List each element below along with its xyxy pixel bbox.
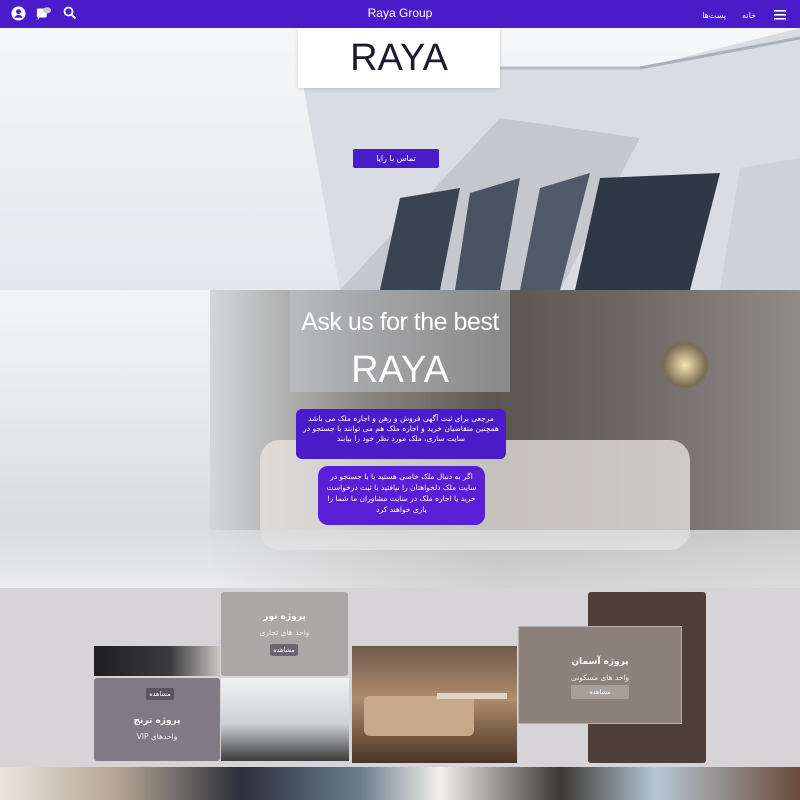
view-button[interactable]: مشاهده xyxy=(571,685,629,699)
projects-section: پروژه نور واحد های تجاری مشاهده مشاهده پ… xyxy=(0,588,800,767)
project-card-asman[interactable]: پروژه آسمان واحد های مسکونی مشاهده xyxy=(518,626,682,724)
top-app-bar: Raya Group پست‌ها خانه xyxy=(0,0,800,28)
menu-icon[interactable] xyxy=(772,7,788,23)
project-subtitle: واحد های تجاری xyxy=(259,628,310,637)
request-bubble: اگر به دنبال ملک خاصی هستید یا با جستجو … xyxy=(318,466,485,525)
promo-headline: Ask us for the best xyxy=(301,308,499,336)
project-title: پروژه آسمان xyxy=(571,657,629,667)
app-title: Raya Group xyxy=(367,6,433,20)
project-title: پروژه نور xyxy=(263,612,306,622)
nav-home[interactable]: خانه xyxy=(742,11,756,20)
top-nav: پست‌ها خانه xyxy=(702,7,788,23)
bottom-image-strip xyxy=(0,767,800,800)
project-photo-lounge xyxy=(352,646,517,763)
view-button[interactable]: مشاهده xyxy=(270,644,298,656)
promo-section: Ask us for the best RAYA مرجعی برای ثبت … xyxy=(0,290,800,588)
view-button[interactable]: مشاهده xyxy=(146,688,174,700)
project-subtitle: واحدهای VIP xyxy=(136,732,178,741)
project-photo-kitchen xyxy=(94,646,220,676)
project-card-nour[interactable]: پروژه نور واحد های تجاری مشاهده xyxy=(221,592,348,676)
project-card-taranj[interactable]: مشاهده پروژه ترنج واحدهای VIP xyxy=(94,678,220,761)
project-subtitle: واحد های مسکونی xyxy=(570,673,630,682)
project-title: پروژه ترنج xyxy=(133,716,181,726)
lamp-glow xyxy=(660,340,710,390)
hero-section: RAYA تماس با رایا xyxy=(0,28,800,290)
project-photo-living xyxy=(221,678,349,761)
intro-bubble: مرجعی برای ثبت آگهی فروش و رهن و اجاره م… xyxy=(296,409,506,459)
svg-text:RAYA: RAYA xyxy=(351,349,449,390)
nav-posts[interactable]: پست‌ها xyxy=(702,11,726,20)
raya-logo: RAYA xyxy=(298,28,500,88)
promo-raya-logo: RAYA xyxy=(290,342,510,391)
contact-raya-button[interactable]: تماس با رایا xyxy=(353,149,439,168)
floor-blur xyxy=(0,530,800,588)
svg-text:RAYA: RAYA xyxy=(350,37,448,79)
